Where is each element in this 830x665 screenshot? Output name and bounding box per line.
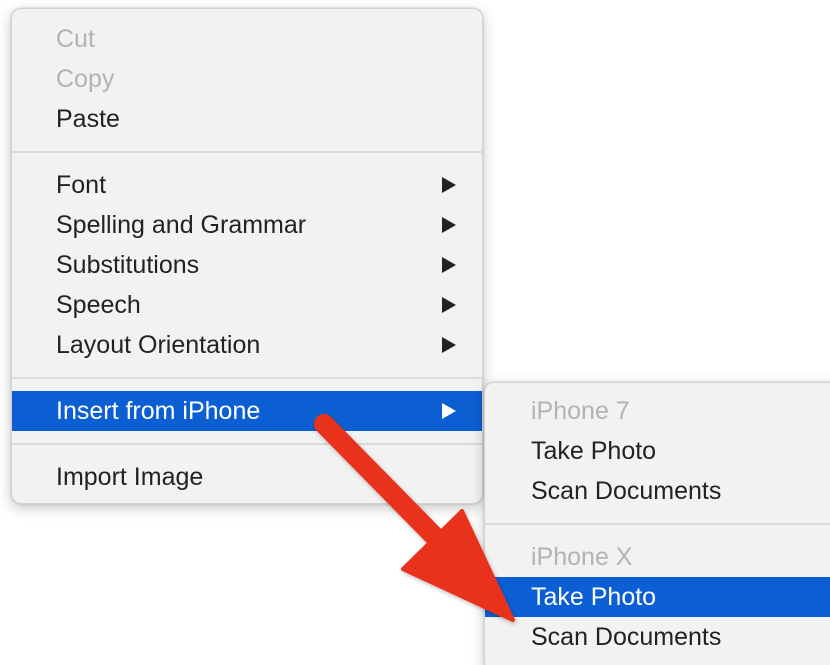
menu-item-substitutions[interactable]: Substitutions — [12, 245, 482, 285]
submenu-arrow-icon — [442, 257, 456, 273]
menu-item-label: Speech — [56, 291, 141, 319]
menu-item-cut: Cut — [12, 19, 482, 59]
submenu-arrow-icon — [442, 177, 456, 193]
menu-item-label: Spelling and Grammar — [56, 211, 307, 239]
menu-item-import-image[interactable]: Import Image — [12, 457, 482, 497]
menu-item-label: Insert from iPhone — [56, 397, 261, 425]
submenu-header-iphone-7: iPhone 7 — [485, 391, 830, 431]
menu-item-paste[interactable]: Paste — [12, 99, 482, 139]
submenu-item-scan-documents[interactable]: Scan Documents — [485, 471, 830, 511]
submenu-item-take-photo[interactable]: Take Photo — [485, 431, 830, 471]
submenu-item-take-photo[interactable]: Take Photo — [485, 577, 830, 617]
submenu-item-label: Scan Documents — [531, 477, 722, 505]
menu-item-label: Font — [56, 171, 107, 199]
menu-item-label: Substitutions — [56, 251, 200, 279]
menu-separator — [12, 443, 482, 445]
menu-item-label: Import Image — [56, 463, 204, 491]
submenu-separator — [485, 523, 830, 525]
submenu-item-label: Take Photo — [531, 437, 657, 465]
menu-item-spelling-and-grammar[interactable]: Spelling and Grammar — [12, 205, 482, 245]
menu-item-insert-from-iphone[interactable]: Insert from iPhone — [12, 391, 482, 431]
submenu-arrow-icon — [442, 337, 456, 353]
menu-item-layout-orientation[interactable]: Layout Orientation — [12, 325, 482, 365]
menu-separator — [12, 377, 482, 379]
submenu-item-label: Take Photo — [531, 583, 657, 611]
submenu-item-label: Scan Documents — [531, 623, 722, 651]
submenu-header-iphone-x: iPhone X — [485, 537, 830, 577]
screenshot-stage: Cut Copy Paste Font Spelling and Grammar… — [0, 0, 830, 665]
menu-item-label: Layout Orientation — [56, 331, 261, 359]
menu-item-label: Paste — [56, 105, 120, 133]
menu-item-copy: Copy — [12, 59, 482, 99]
device-header-label: iPhone X — [531, 543, 633, 571]
submenu-arrow-icon — [442, 403, 456, 419]
menu-item-label: Cut — [56, 25, 95, 53]
device-header-label: iPhone 7 — [531, 397, 630, 425]
menu-separator — [12, 151, 482, 153]
submenu-arrow-icon — [442, 217, 456, 233]
insert-from-iphone-submenu: iPhone 7 Take Photo Scan Documents iPhon… — [484, 382, 830, 665]
menu-item-font[interactable]: Font — [12, 165, 482, 205]
submenu-arrow-icon — [442, 297, 456, 313]
submenu-item-scan-documents[interactable]: Scan Documents — [485, 617, 830, 657]
menu-item-speech[interactable]: Speech — [12, 285, 482, 325]
menu-item-label: Copy — [56, 65, 115, 93]
context-menu: Cut Copy Paste Font Spelling and Grammar… — [11, 8, 483, 504]
